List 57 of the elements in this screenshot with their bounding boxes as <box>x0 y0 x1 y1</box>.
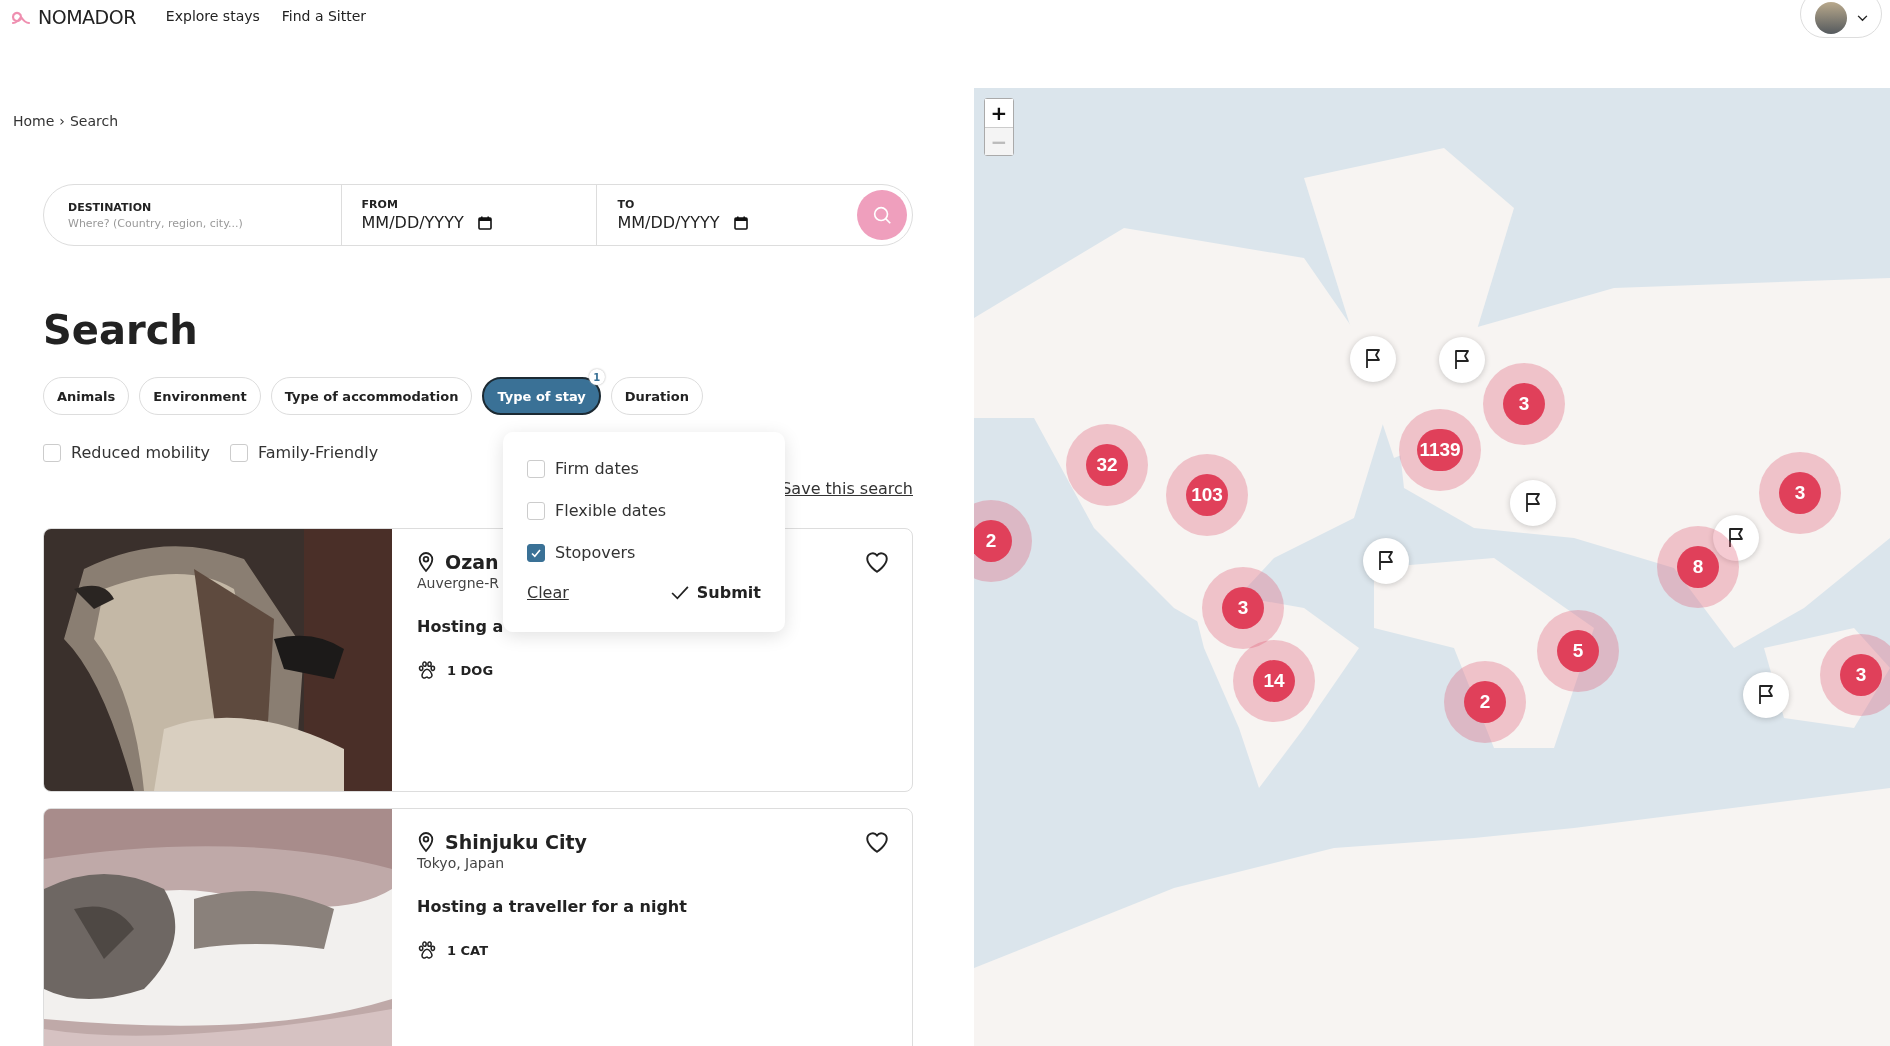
date-field[interactable]: FROM MM/DD/YYYY <box>341 185 598 245</box>
date-field[interactable]: TO MM/DD/YYYY <box>597 185 858 245</box>
checkbox[interactable] <box>527 543 545 562</box>
logo-text[interactable]: NOMADOR <box>38 6 136 28</box>
listing-title: Shinjuku City <box>445 831 587 853</box>
paw-icon <box>417 940 437 960</box>
cluster-marker[interactable]: 14 <box>1233 640 1315 722</box>
animal-count: 1 DOG <box>447 662 494 678</box>
filter-chip[interactable]: Environment <box>139 377 261 415</box>
submit-button[interactable]: Submit <box>670 583 761 602</box>
paw-icon <box>417 660 437 680</box>
cluster-marker[interactable]: 103 <box>1166 454 1248 536</box>
calendar-icon[interactable] <box>733 215 748 230</box>
nav-link[interactable]: Find a Sitter <box>281 8 367 24</box>
checkbox-label[interactable]: Reduced mobility <box>71 443 211 462</box>
cluster-marker[interactable]: 3 <box>1483 363 1565 445</box>
page-title: Search <box>43 307 199 353</box>
option-label[interactable]: Firm dates <box>555 459 639 478</box>
breadcrumb-link[interactable]: Search <box>69 113 119 129</box>
animal-count: 1 CAT <box>447 942 489 958</box>
cluster-marker[interactable]: 5 <box>1537 610 1619 692</box>
listing-location: Tokyo, Japan <box>417 855 505 871</box>
chevron-down-icon <box>1856 14 1868 22</box>
filter-chip[interactable]: Duration <box>610 377 703 415</box>
heart-icon[interactable] <box>864 549 890 575</box>
breadcrumb-link[interactable]: Home <box>13 113 55 129</box>
calendar-icon[interactable] <box>477 215 492 230</box>
location-pin-icon <box>417 831 435 853</box>
count-badge: 1 <box>588 369 605 385</box>
checkmark-icon <box>670 585 689 600</box>
heart-icon[interactable] <box>864 829 890 855</box>
listing-card[interactable]: Shinjuku City Tokyo, Japan Hosting a traveller for a night 1 CAT <box>43 808 913 1046</box>
option-label[interactable]: Stopovers <box>555 543 636 562</box>
cluster-marker[interactable]: 2 <box>1444 661 1526 743</box>
cluster-marker[interactable]: 3 <box>1759 452 1841 534</box>
search-icon <box>871 204 894 226</box>
cluster-marker[interactable]: 1139 <box>1399 409 1481 491</box>
cluster-marker[interactable]: 8 <box>1657 526 1739 608</box>
clear-button[interactable]: Clear <box>527 583 569 602</box>
listing-description: Hosting a traveller for a night <box>417 897 687 916</box>
destination-field[interactable]: DESTINATION Where? (Country, region, city...) <box>44 185 342 245</box>
cluster-marker[interactable]: 2 <box>974 500 1032 582</box>
filter-chip[interactable]: Animals <box>43 377 130 415</box>
cluster-marker[interactable]: 32 <box>1066 424 1148 506</box>
checkbox-label[interactable]: Family-Friendly <box>258 443 379 462</box>
account-menu[interactable] <box>1800 0 1882 38</box>
option-label[interactable]: Flexible dates <box>555 501 667 520</box>
listing-location: Auvergne-R <box>417 575 499 591</box>
nav-link[interactable]: Explore stays <box>165 8 260 24</box>
filter-chip[interactable]: Type of accommodation <box>270 377 473 415</box>
location-pin-icon <box>417 551 435 573</box>
cluster-marker[interactable]: 3 <box>1202 567 1284 649</box>
cluster-marker[interactable]: 3 <box>1820 634 1890 716</box>
avatar <box>1814 2 1847 34</box>
breadcrumb-separator: › <box>59 113 65 129</box>
listing-title: Ozan <box>445 551 499 573</box>
listing-description: Hosting a <box>417 617 504 636</box>
